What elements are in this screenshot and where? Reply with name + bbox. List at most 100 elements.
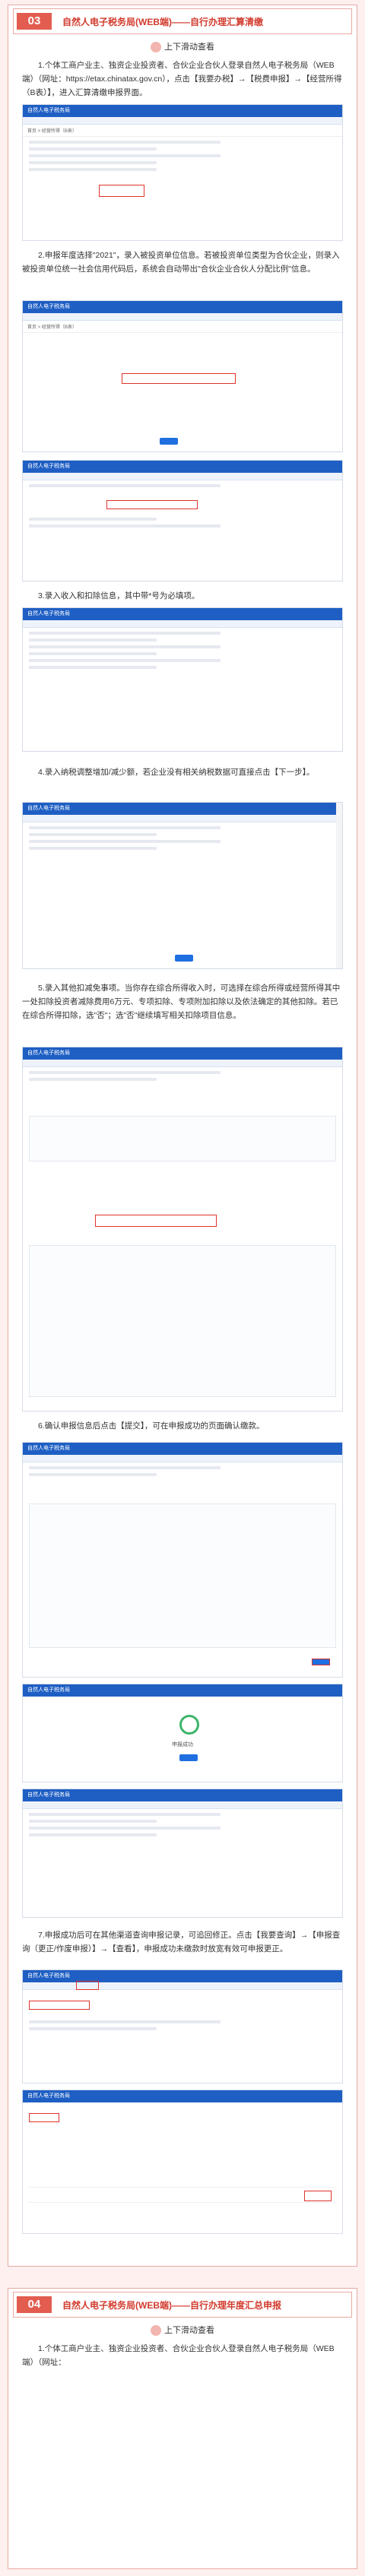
placeholder-line — [29, 840, 221, 843]
next-button[interactable] — [175, 955, 193, 962]
screenshot-step-3: 自然人电子税务局 — [22, 607, 343, 752]
step-1-text: 1.个体工商户业主、独资企业投资者、合伙企业合伙人登录自然人电子税务局（WEB端… — [22, 61, 342, 97]
credit-code-highlight[interactable] — [106, 500, 198, 509]
app-header: 自然人电子税务局 — [23, 1789, 342, 1801]
screenshot-step-6a: 自然人电子税务局 — [22, 1442, 343, 1678]
deduction-panel — [29, 1116, 336, 1161]
pay-button[interactable] — [179, 1754, 198, 1761]
app-header: 自然人电子税务局 — [23, 1443, 342, 1455]
nav-bar — [23, 1455, 342, 1462]
summary-panel — [29, 1503, 336, 1648]
placeholder-line — [29, 1466, 221, 1469]
section-title: 自然人电子税务局(WEB端)——自行办理汇算清缴 — [62, 17, 263, 27]
success-check-icon — [179, 1715, 199, 1735]
step-1-text: 1.个体工商户业主、独资企业投资者、合伙企业合伙人登录自然人电子税务局（WEB端… — [22, 2344, 335, 2367]
placeholder-line — [29, 1473, 157, 1476]
screenshot-step-6b: 自然人电子税务局 申报成功 — [22, 1684, 343, 1782]
breadcrumb: 首页 > 经营所得（B表） — [23, 321, 342, 333]
placeholder-line — [29, 2020, 221, 2023]
screenshot-step-1: 自然人电子税务局 首页 > 经营所得（B表） — [22, 104, 343, 241]
placeholder-line — [29, 632, 221, 635]
section-header: 04 自然人电子税务局(WEB端)——自行办理年度汇总申报 — [13, 2292, 352, 2318]
hand-icon — [151, 42, 161, 53]
query-tab-highlight[interactable] — [76, 1981, 99, 1990]
table-row — [29, 2182, 336, 2188]
screenshot-step-6c: 自然人电子税务局 — [22, 1789, 343, 1918]
placeholder-line — [29, 141, 221, 144]
placeholder-line — [29, 833, 157, 836]
filter-highlight[interactable] — [29, 2113, 59, 2122]
breadcrumb: 首页 > 经营所得（B表） — [23, 125, 342, 137]
section-header: 03 自然人电子税务局(WEB端)——自行办理汇算清缴 — [13, 8, 352, 34]
nav-bar — [23, 815, 342, 822]
nav-bar — [23, 1801, 342, 1809]
placeholder-line — [29, 666, 157, 669]
scroll-hint: 上下滑动查看 — [8, 2324, 357, 2337]
section-03-frame: 03 自然人电子税务局(WEB端)——自行办理汇算清缴 上下滑动查看 1.个体工… — [8, 5, 357, 2267]
app-header: 自然人电子税务局 — [23, 1684, 342, 1697]
placeholder-line — [29, 1827, 221, 1830]
scroll-hint-text: 上下滑动查看 — [164, 43, 214, 52]
nav-bar — [23, 473, 342, 480]
placeholder-line — [29, 1078, 157, 1081]
step-6-text: 6.确认申报信息后点击【提交】，可在申报成功的页面确认缴款。 — [38, 1421, 265, 1431]
placeholder-line — [29, 518, 157, 521]
app-header: 自然人电子税务局 — [23, 105, 342, 117]
step-4-text: 4.录入纳税调整增加/减少额，若企业没有相关纳税数据可直接点击【下一步】。 — [38, 768, 315, 777]
placeholder-line — [29, 2027, 157, 2030]
section-title: 自然人电子税务局(WEB端)——自行办理年度汇总申报 — [62, 2300, 281, 2311]
screenshot-step-2a: 自然人电子税务局 首页 > 经营所得（B表） — [22, 300, 343, 452]
screenshot-step-2b: 自然人电子税务局 — [22, 460, 343, 581]
app-header: 自然人电子税务局 — [23, 2090, 342, 2102]
nav-bar — [23, 1060, 342, 1067]
placeholder-line — [29, 484, 221, 487]
scroll-hint: 上下滑动查看 — [8, 40, 357, 53]
placeholder-line — [29, 168, 157, 171]
declaration-query-highlight[interactable] — [29, 2001, 90, 2010]
app-header: 自然人电子税务局 — [23, 1970, 342, 1982]
screenshot-step-4: 自然人电子税务局 — [22, 802, 343, 969]
deduction-choice-highlight[interactable] — [95, 1215, 217, 1227]
placeholder-line — [29, 652, 157, 655]
screenshot-step-7b: 自然人电子税务局 — [22, 2090, 343, 2234]
placeholder-line — [29, 1071, 221, 1074]
placeholder-line — [29, 638, 157, 642]
submit-button[interactable] — [312, 1659, 330, 1665]
section-number: 03 — [17, 13, 52, 30]
success-text: 申报成功 — [172, 1742, 193, 1747]
placeholder-line — [29, 847, 157, 850]
section-04-frame: 04 自然人电子税务局(WEB端)——自行办理年度汇总申报 上下滑动查看 1.个… — [8, 2288, 357, 2569]
side-scrollbar[interactable] — [336, 803, 342, 968]
nav-bar — [23, 620, 342, 628]
app-header: 自然人电子税务局 — [23, 608, 342, 620]
placeholder-line — [29, 154, 221, 157]
placeholder-line — [29, 645, 221, 648]
nav-bar — [23, 1982, 342, 1990]
app-header: 自然人电子税务局 — [23, 461, 342, 473]
placeholder-line — [29, 826, 221, 829]
placeholder-line — [29, 147, 157, 151]
nav-bar — [23, 313, 342, 321]
highlight-box[interactable] — [99, 185, 144, 197]
section-number: 04 — [17, 2296, 52, 2313]
screenshot-step-7a: 自然人电子税务局 — [22, 1969, 343, 2083]
table-row — [29, 2197, 336, 2203]
year-select-highlight[interactable] — [122, 373, 236, 384]
step-5-text: 5.录入其他扣减免事项。当你存在综合所得收入时，可选择在综合所得或经营所得其中一… — [22, 984, 341, 1020]
scroll-hint-text: 上下滑动查看 — [164, 2326, 214, 2335]
hand-icon — [151, 2325, 161, 2337]
nav-bar — [23, 117, 342, 125]
placeholder-line — [29, 1813, 221, 1816]
step-7-text: 7.申报成功后可在其他渠道查询申报记录，可追回修正。点击【我要查询】→【申报查询… — [22, 1931, 341, 1953]
placeholder-line — [29, 1820, 157, 1823]
step-2-text: 2.申报年度选择"2021"，录入被投资单位信息。若被投资单位类型为合伙企业，则… — [22, 251, 340, 274]
app-header: 自然人电子税务局 — [23, 301, 342, 313]
next-button[interactable] — [160, 438, 178, 445]
app-header: 自然人电子税务局 — [23, 803, 342, 815]
placeholder-line — [29, 659, 221, 662]
detail-panel — [29, 1245, 336, 1397]
step-3-text: 3.录入收入和扣除信息，其中带*号为必填项。 — [38, 591, 200, 600]
placeholder-line — [29, 524, 221, 528]
app-header: 自然人电子税务局 — [23, 1047, 342, 1060]
view-action-highlight[interactable] — [304, 2191, 332, 2201]
